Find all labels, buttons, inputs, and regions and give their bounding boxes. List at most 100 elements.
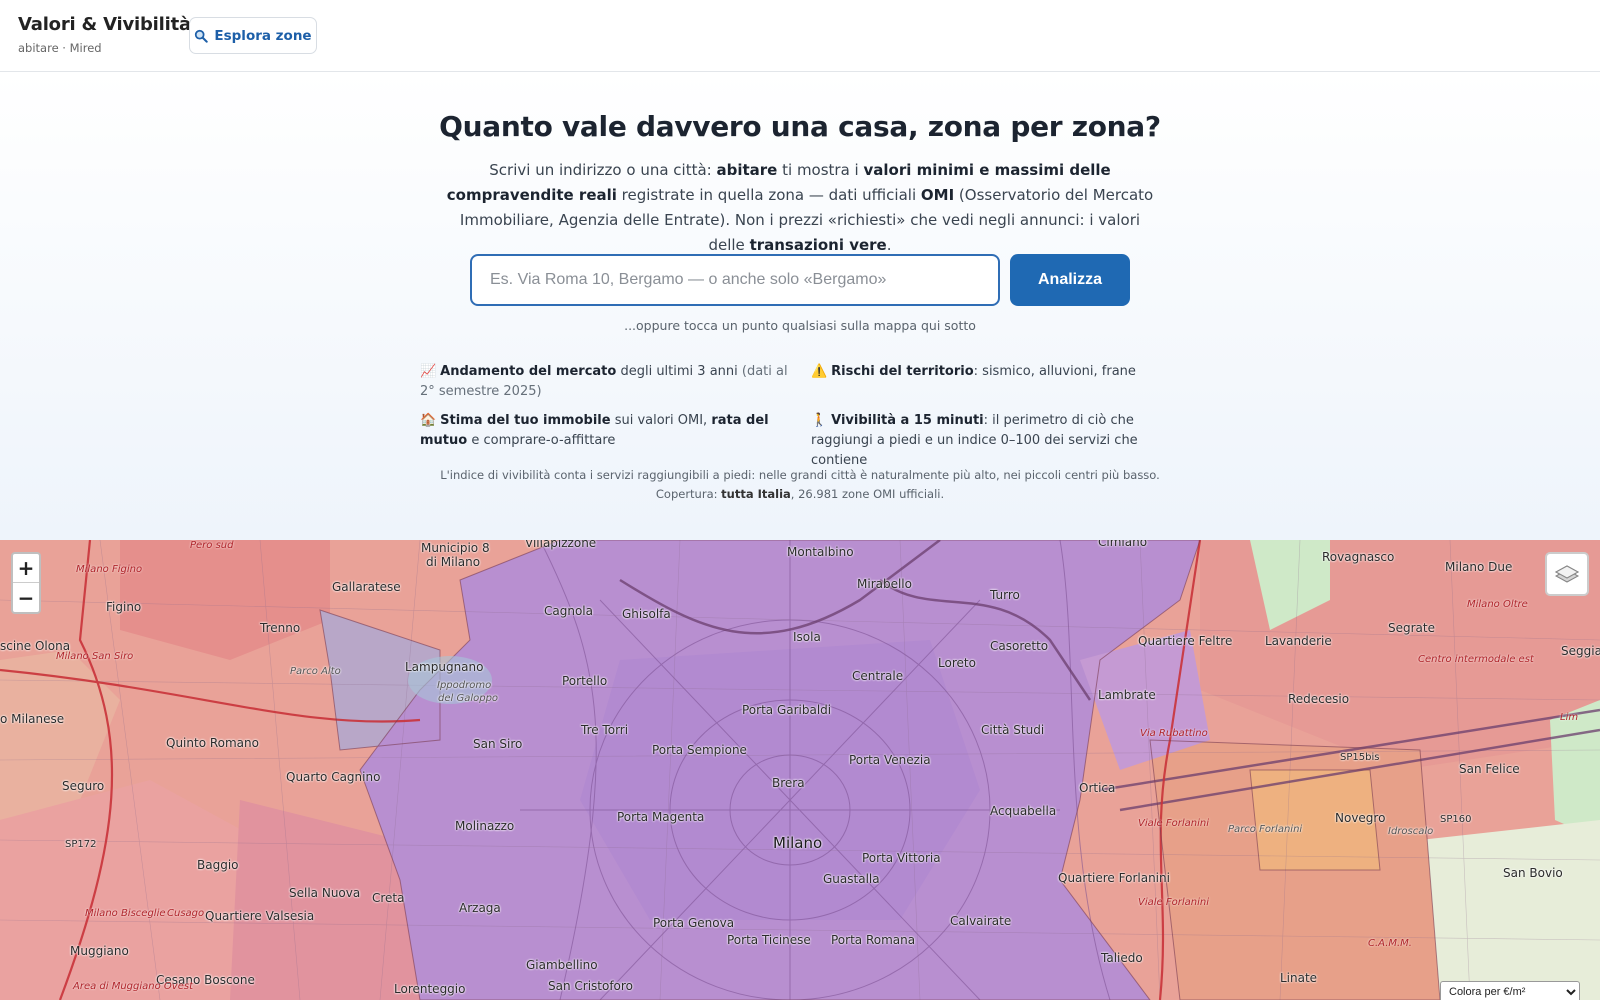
map-label: Brera xyxy=(772,776,805,790)
map-label: Muggiano xyxy=(70,944,129,958)
map-label: Parco Forlanini xyxy=(1228,824,1303,835)
map-label: o Milanese xyxy=(0,712,65,726)
map-label: Trenno xyxy=(260,621,301,635)
map-label: Seggia xyxy=(1561,644,1600,658)
search-icon xyxy=(195,29,209,43)
map-label: Quarto Cagnino xyxy=(286,770,381,784)
analyze-button[interactable]: Analizza xyxy=(1010,254,1130,306)
disclaimer-line2: Copertura: tutta Italia, 26.981 zone OMI… xyxy=(0,485,1600,504)
map-label: Turro xyxy=(990,588,1020,602)
map-label: Milano Figino xyxy=(76,564,143,575)
desc-text: registrate in quella zona — dati ufficia… xyxy=(616,186,921,204)
map-label: Viale Forlanini xyxy=(1138,818,1209,829)
explore-zones-button[interactable]: Esplora zone xyxy=(189,17,317,54)
map-label: Sella Nuova xyxy=(289,886,361,900)
desc-bold: transazioni vere xyxy=(749,236,887,254)
zoom-in-button[interactable]: + xyxy=(13,554,39,583)
map-label: Quartiere Feltre xyxy=(1138,634,1233,648)
map-label: San Cristoforo xyxy=(548,979,633,993)
zoom-out-button[interactable]: − xyxy=(13,583,39,612)
map-label: SP160 xyxy=(1440,814,1472,825)
feature-livability: 🚶 Vivibilità a 15 minuti: il perimetro d… xyxy=(811,411,1181,471)
map-label: Ghisolfa xyxy=(622,607,671,621)
map-label: Milano xyxy=(773,834,823,852)
map-label: Taliedo xyxy=(1101,951,1143,965)
address-search-input[interactable] xyxy=(470,254,1000,306)
feature-text: degli ultimi 3 anni xyxy=(616,364,742,379)
map-label: Ippodromo xyxy=(437,680,492,691)
feature-market: 📈 Andamento del mercato degli ultimi 3 a… xyxy=(420,362,790,402)
map-label: Cusago xyxy=(167,908,205,919)
feature-risks: ⚠️ Rischi del territorio: sismico, alluv… xyxy=(811,362,1181,382)
layers-button[interactable] xyxy=(1545,552,1589,596)
map-label: Via Rubattino xyxy=(1140,728,1208,739)
map-label: Lampugnano xyxy=(405,660,484,674)
map-label: Area di Muggiano Ovest xyxy=(73,981,193,992)
brand-subtitle: abitare · Mired xyxy=(18,41,102,55)
brand-title: Valori & Vivibilità xyxy=(18,14,191,35)
map-label: Mirabello xyxy=(857,577,912,591)
map-label: di Milano xyxy=(426,555,481,569)
desc-bold: abitare xyxy=(716,161,778,179)
map-label: Quartiere Forlanini xyxy=(1058,871,1170,885)
map-label: C.A.M.M. xyxy=(1368,938,1412,949)
zone-map[interactable]: Municipio 8 di Milano Villapizzone Pero … xyxy=(0,540,1600,1000)
map-label: Centro intermodale est xyxy=(1418,654,1534,665)
map-label: Municipio 8 xyxy=(421,541,490,555)
feature-text: sui valori OMI, xyxy=(610,413,712,428)
map-label: Portello xyxy=(562,674,608,688)
feature-text: : sismico, alluvioni, frane xyxy=(973,364,1136,379)
map-label: Linate xyxy=(1280,971,1318,985)
map-label: Redecesio xyxy=(1288,692,1350,706)
warning-icon: ⚠️ xyxy=(811,364,828,379)
feature-title: Vivibilità a 15 minuti xyxy=(831,413,984,428)
house-icon: 🏠 xyxy=(420,413,437,428)
map-label: Porta Magenta xyxy=(617,810,705,824)
map-label: Tre Torri xyxy=(581,723,629,737)
map-label: del Galoppo xyxy=(438,693,499,704)
map-label: Molinazzo xyxy=(455,819,515,833)
map-label: Figino xyxy=(106,600,142,614)
map-label: San Bovio xyxy=(1503,866,1563,880)
map-label: Milano Due xyxy=(1445,560,1513,574)
map-label: Rovagnasco xyxy=(1322,550,1395,564)
desc-text: . xyxy=(886,236,892,254)
coverage-disclaimer: L'indice di vivibilità conta i servizi r… xyxy=(0,466,1600,504)
map-label: Lambrate xyxy=(1098,688,1156,702)
map-label: Guastalla xyxy=(823,872,880,886)
feature-estimate: 🏠 Stima del tuo immobile sui valori OMI,… xyxy=(420,411,790,451)
top-header: Valori & Vivibilità abitare · Mired Espl… xyxy=(0,0,1600,72)
color-by-select[interactable]: Colora per €/m² xyxy=(1440,981,1580,1000)
map-label: Arzaga xyxy=(459,901,501,915)
map-label: Gallaratese xyxy=(332,580,401,594)
map-label: Lorenteggio xyxy=(394,982,466,996)
feature-title: Stima del tuo immobile xyxy=(440,413,611,428)
map-label: Isola xyxy=(793,630,821,644)
hero-title: Quanto vale davvero una casa, zona per z… xyxy=(439,110,1161,143)
map-label: Creta xyxy=(372,891,405,905)
map-label: Novegro xyxy=(1335,811,1386,825)
map-label: Montalbino xyxy=(787,545,854,559)
map-label: Baggio xyxy=(197,858,239,872)
map-label: Quinto Romano xyxy=(166,736,259,750)
map-label: Villapizzone xyxy=(525,540,597,550)
map-label: Città Studi xyxy=(981,723,1045,737)
map-label: Cagnola xyxy=(544,604,593,618)
disclaimer-text: , 26.981 zone OMI ufficiali. xyxy=(790,487,945,501)
map-label: Segrate xyxy=(1388,621,1435,635)
map-label: Lavanderie xyxy=(1265,634,1332,648)
map-label: Porta Venezia xyxy=(849,753,931,767)
map-label: Loreto xyxy=(938,656,976,670)
map-label: San Siro xyxy=(473,737,523,751)
brand[interactable]: Valori & Vivibilità abitare · Mired xyxy=(18,14,191,55)
map-label: San Felice xyxy=(1459,762,1520,776)
map-label: Lim xyxy=(1560,712,1579,723)
map-label: Cimiano xyxy=(1098,540,1148,549)
map-tiles[interactable] xyxy=(0,540,1600,1000)
disclaimer-text: Copertura: xyxy=(655,487,722,501)
walking-icon: 🚶 xyxy=(811,413,828,428)
map-label: Porta Garibaldi xyxy=(742,703,832,717)
map-label: SP172 xyxy=(65,839,97,850)
disclaimer-bold: tutta Italia xyxy=(721,487,791,501)
hero-description: Scrivi un indirizzo o una città: abitare… xyxy=(440,158,1160,258)
